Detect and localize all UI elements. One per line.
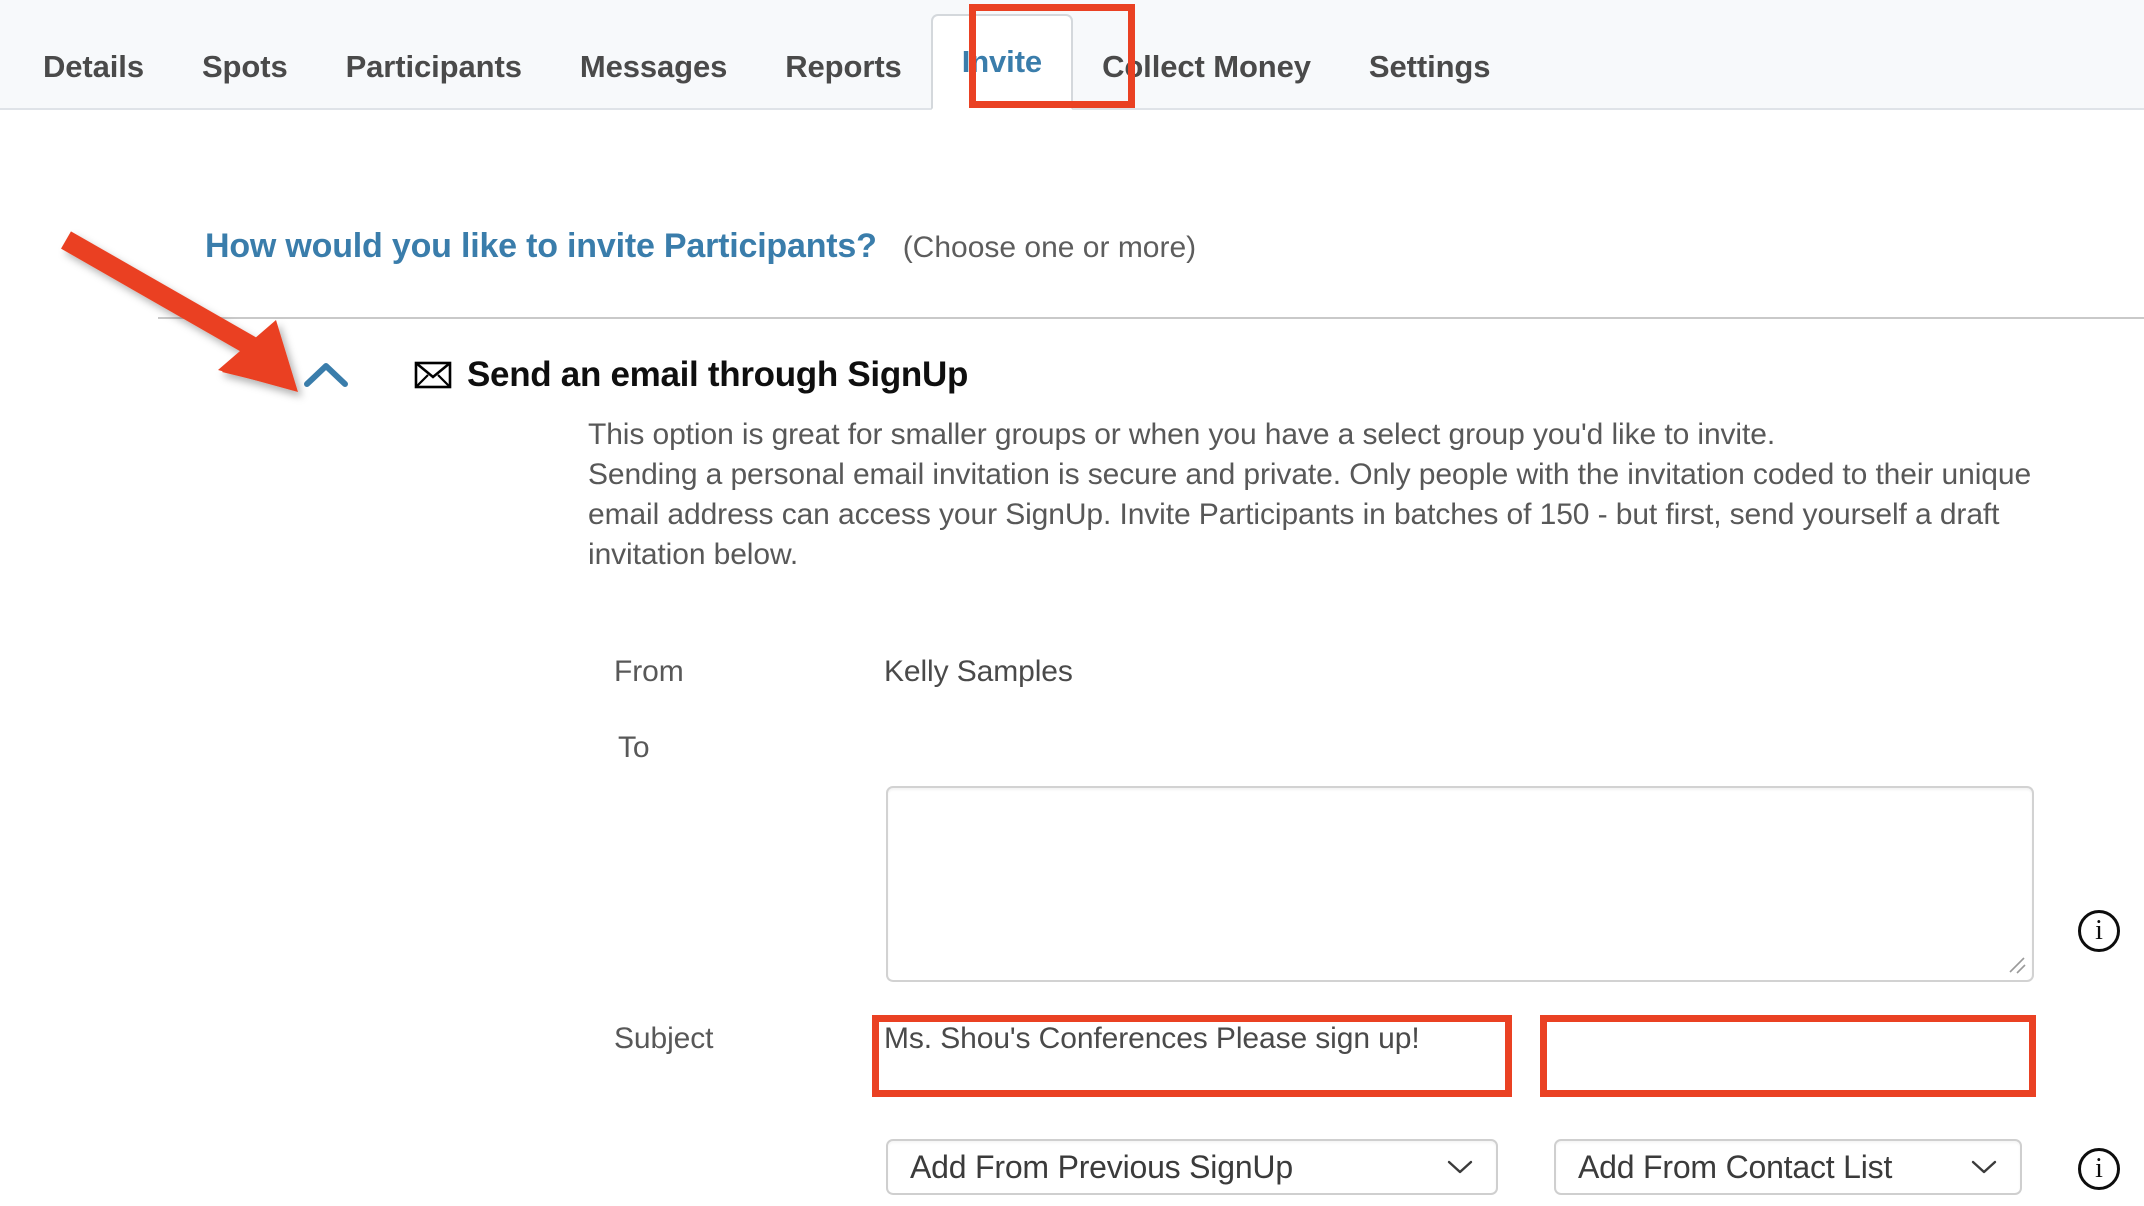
tab-strip: Details Spots Participants Messages Repo… <box>0 0 1520 110</box>
from-value: Kelly Samples <box>884 655 1073 688</box>
chevron-down-icon <box>1970 1158 1998 1176</box>
tab-reports[interactable]: Reports <box>756 27 930 107</box>
envelope-icon <box>414 360 452 390</box>
dropdown-selected-value: Add From Contact List <box>1578 1148 1893 1185</box>
tab-label: Settings <box>1368 49 1491 84</box>
dropdown-selected-value: Add From Previous SignUp <box>910 1148 1293 1185</box>
add-from-previous-signup-dropdown[interactable]: Add From Previous SignUp <box>886 1139 1498 1195</box>
tab-participants[interactable]: Participants <box>317 27 551 107</box>
section-title-label: Send an email through SignUp <box>467 355 969 394</box>
tab-label: Collect Money <box>1102 49 1311 84</box>
to-label: To <box>618 731 650 764</box>
invite-question-hint: (Choose one or more) <box>902 231 1197 264</box>
tab-settings[interactable]: Settings <box>1340 27 1520 107</box>
section-description: This option is great for smaller groups … <box>588 415 2133 575</box>
main-tab-bar: Details Spots Participants Messages Repo… <box>0 0 2144 110</box>
tab-messages[interactable]: Messages <box>551 27 756 107</box>
tab-label: Messages <box>579 49 728 84</box>
send-email-section-title[interactable]: Send an email through SignUp <box>414 355 968 395</box>
invite-question-heading: How would you like to invite Participant… <box>205 227 1196 266</box>
description-line-4: invitation below. <box>588 538 799 571</box>
chevron-up-icon[interactable] <box>300 355 352 395</box>
tab-label: Participants <box>345 49 522 84</box>
annotation-box-contact-list <box>1540 1015 2036 1097</box>
tab-invite[interactable]: Invite <box>930 14 1074 110</box>
tab-collect-money[interactable]: Collect Money <box>1073 27 1340 107</box>
to-recipients-input[interactable] <box>886 786 2034 982</box>
tab-label: Reports <box>785 49 902 84</box>
info-icon-to-field[interactable]: i <box>2078 910 2120 952</box>
tab-details[interactable]: Details <box>14 27 173 107</box>
tab-label: Invite <box>961 44 1043 79</box>
description-line-2: Sending a personal email invitation is s… <box>588 458 2032 491</box>
description-line-1: This option is great for smaller groups … <box>588 418 1776 451</box>
info-icon-dropdowns[interactable]: i <box>2078 1148 2120 1190</box>
add-from-contact-list-dropdown[interactable]: Add From Contact List <box>1554 1139 2022 1195</box>
chevron-down-icon <box>1446 1158 1474 1176</box>
from-label: From <box>614 655 684 688</box>
invite-question-text: How would you like to invite Participant… <box>205 227 877 265</box>
description-line-3: email address can access your SignUp. In… <box>588 498 2000 531</box>
email-section-header: Send an email through SignUp <box>300 355 968 395</box>
tab-label: Details <box>43 49 144 84</box>
tab-label: Spots <box>201 49 288 84</box>
subject-label: Subject <box>614 1022 714 1055</box>
subject-value: Ms. Shou's Conferences Please sign up! <box>884 1022 1420 1055</box>
tab-spots[interactable]: Spots <box>173 27 317 107</box>
section-divider <box>158 317 2144 319</box>
